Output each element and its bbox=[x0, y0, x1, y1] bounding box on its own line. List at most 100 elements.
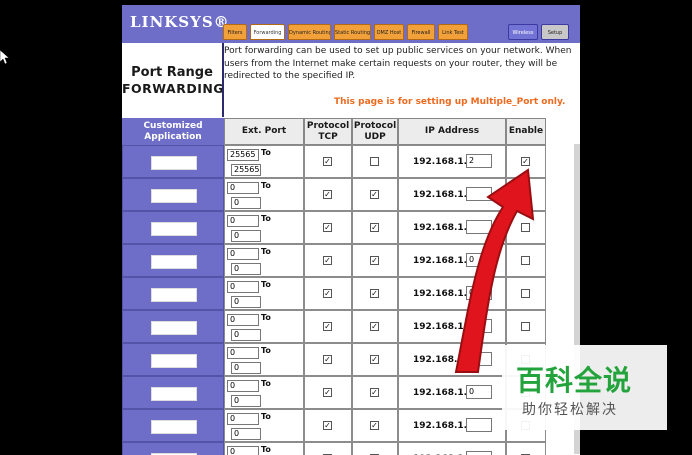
udp-checkbox[interactable]: ✓ bbox=[370, 420, 379, 430]
enable-checkbox[interactable] bbox=[521, 189, 530, 199]
ext-port-end-input[interactable]: 0 bbox=[231, 263, 261, 275]
application-name-input[interactable] bbox=[151, 189, 197, 203]
application-cell bbox=[122, 277, 224, 310]
enable-checkbox[interactable] bbox=[521, 288, 530, 298]
tcp-checkbox[interactable]: ✓ bbox=[323, 288, 332, 298]
ext-port-end-input[interactable]: 25565 bbox=[231, 164, 261, 176]
to-label: To bbox=[261, 181, 271, 190]
tab-filters[interactable]: Filters bbox=[223, 24, 247, 40]
tcp-checkbox[interactable]: ✓ bbox=[323, 387, 332, 397]
ext-port-start-input[interactable]: 0 bbox=[227, 347, 259, 359]
ip-last-octet-input[interactable]: 0 bbox=[466, 286, 492, 300]
ip-last-octet-input[interactable]: 0 bbox=[466, 253, 492, 267]
ip-last-octet-input[interactable] bbox=[466, 352, 492, 366]
tcp-checkbox[interactable]: ✓ bbox=[323, 321, 332, 331]
tcp-checkbox[interactable]: ✓ bbox=[323, 255, 332, 265]
ip-last-octet-input[interactable] bbox=[466, 451, 492, 455]
application-name-input[interactable] bbox=[151, 222, 197, 236]
ext-port-cell: 0To0 bbox=[224, 442, 304, 455]
ext-port-end-input[interactable]: 0 bbox=[231, 428, 261, 440]
to-label: To bbox=[261, 445, 271, 454]
ext-port-start-input[interactable]: 25565 bbox=[227, 149, 259, 161]
ip-address-cell: 192.168.1. bbox=[398, 211, 506, 244]
ext-port-cell: 0To0 bbox=[224, 343, 304, 376]
ext-port-start-input[interactable]: 0 bbox=[227, 215, 259, 227]
application-name-input[interactable] bbox=[151, 354, 197, 368]
tab-link-test[interactable]: Link Test bbox=[438, 24, 468, 40]
application-name-input[interactable] bbox=[151, 387, 197, 401]
enable-cell: ✓ bbox=[506, 145, 546, 178]
udp-checkbox[interactable]: ✓ bbox=[370, 189, 379, 199]
tcp-checkbox[interactable]: ✓ bbox=[323, 354, 332, 364]
tab-dynamic-routing[interactable]: Dynamic Routing bbox=[288, 24, 331, 40]
tab-firewall[interactable]: Firewall bbox=[407, 24, 435, 40]
application-name-input[interactable] bbox=[151, 156, 197, 170]
udp-checkbox[interactable]: ✓ bbox=[370, 354, 379, 364]
udp-cell: ✓ bbox=[352, 343, 398, 376]
enable-checkbox[interactable] bbox=[521, 222, 530, 232]
application-name-input[interactable] bbox=[151, 321, 197, 335]
application-name-input[interactable] bbox=[151, 420, 197, 434]
table-row: 0To0✓✓192.168.1. bbox=[122, 442, 580, 455]
tcp-cell: ✓ bbox=[304, 178, 352, 211]
ext-port-end-input[interactable]: 0 bbox=[231, 197, 261, 209]
ip-prefix: 192.168.1. bbox=[413, 322, 468, 332]
udp-checkbox[interactable] bbox=[370, 156, 379, 166]
udp-checkbox[interactable]: ✓ bbox=[370, 387, 379, 397]
table-row: 0 To 0 ✓ ✓ 192.168.1. 0 bbox=[122, 310, 580, 343]
udp-cell: ✓ bbox=[352, 277, 398, 310]
enable-checkbox[interactable] bbox=[521, 321, 530, 331]
ext-port-start-input[interactable]: 0 bbox=[227, 248, 259, 260]
ext-port-cell: 0To0 bbox=[224, 376, 304, 409]
ext-port-start-input[interactable]: 0 bbox=[227, 281, 259, 293]
ip-last-octet-input[interactable]: 0 bbox=[466, 385, 492, 399]
ext-port-end-input[interactable]: 0 bbox=[231, 296, 261, 308]
udp-checkbox[interactable]: ✓ bbox=[370, 321, 379, 331]
udp-cell: ✓ bbox=[352, 244, 398, 277]
ext-port-end-input[interactable]: 0 bbox=[231, 329, 261, 341]
ext-port-cell: 0To0 bbox=[224, 310, 304, 343]
tab-setup[interactable]: Setup bbox=[541, 24, 569, 40]
enable-cell bbox=[506, 442, 546, 455]
ext-port-start-input[interactable]: 0 bbox=[227, 380, 259, 392]
tab-wireless[interactable]: Wireless bbox=[508, 24, 538, 40]
udp-checkbox[interactable]: ✓ bbox=[370, 255, 379, 265]
udp-cell: ✓ bbox=[352, 442, 398, 455]
ext-port-start-input[interactable]: 0 bbox=[227, 314, 259, 326]
tab-dmz-host[interactable]: DMZ Host bbox=[374, 24, 404, 40]
ext-port-end-input[interactable]: 0 bbox=[231, 395, 261, 407]
application-name-input[interactable] bbox=[151, 255, 197, 269]
ext-port-end-input[interactable]: 0 bbox=[231, 230, 261, 242]
tab-forwarding[interactable]: Forwarding bbox=[250, 24, 285, 40]
tcp-checkbox[interactable]: ✓ bbox=[323, 420, 332, 430]
udp-checkbox[interactable]: ✓ bbox=[370, 222, 379, 232]
udp-cell: ✓ bbox=[352, 310, 398, 343]
ext-port-start-input[interactable]: 0 bbox=[227, 413, 259, 425]
ext-port-end-input[interactable]: 0 bbox=[231, 362, 261, 374]
ip-last-octet-input[interactable] bbox=[466, 187, 492, 201]
enable-checkbox[interactable] bbox=[521, 255, 530, 265]
ip-last-octet-input[interactable] bbox=[466, 418, 492, 432]
ip-last-octet-input[interactable]: 2 bbox=[466, 154, 492, 168]
ext-port-start-input[interactable]: 0 bbox=[227, 446, 259, 455]
tab-static-routing[interactable]: Static Routing bbox=[334, 24, 371, 40]
header-protocol-udp: Protocol UDP bbox=[352, 118, 398, 145]
udp-cell: ✓ bbox=[352, 211, 398, 244]
application-cell bbox=[122, 145, 224, 178]
to-label: To bbox=[261, 247, 271, 256]
application-cell bbox=[122, 178, 224, 211]
udp-checkbox[interactable]: ✓ bbox=[370, 288, 379, 298]
enable-checkbox[interactable]: ✓ bbox=[521, 156, 530, 166]
tcp-checkbox[interactable]: ✓ bbox=[323, 222, 332, 232]
application-cell bbox=[122, 409, 224, 442]
application-cell bbox=[122, 442, 224, 455]
ip-last-octet-input[interactable] bbox=[466, 220, 492, 234]
ip-prefix: 192.168.1. bbox=[413, 289, 468, 299]
tcp-checkbox[interactable]: ✓ bbox=[323, 156, 332, 166]
page-title-line1: Port Range bbox=[131, 65, 213, 80]
tcp-checkbox[interactable]: ✓ bbox=[323, 189, 332, 199]
application-cell bbox=[122, 310, 224, 343]
ip-last-octet-input[interactable]: 0 bbox=[466, 319, 492, 333]
ext-port-start-input[interactable]: 0 bbox=[227, 182, 259, 194]
application-name-input[interactable] bbox=[151, 288, 197, 302]
